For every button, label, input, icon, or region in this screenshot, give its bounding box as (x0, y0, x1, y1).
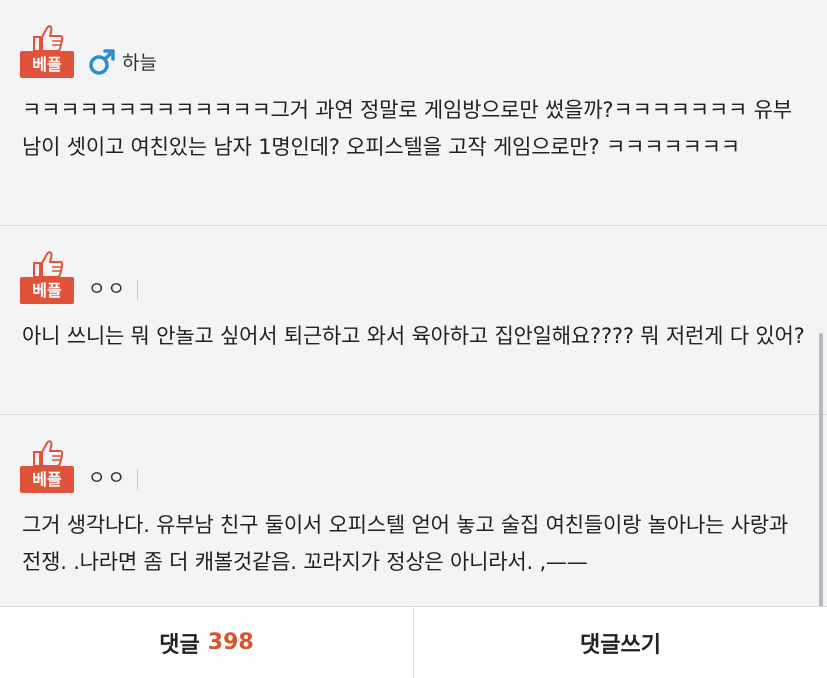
bottom-action-bar: 댓글 398 댓글쓰기 (0, 606, 827, 678)
comment-item: 베플 ㅇㅇ 그거 생각나다. 유부남 친구 둘이서 오피스텔 얻어 놓고 술집 … (0, 415, 827, 606)
comment-text: ㅋㅋㅋㅋㅋㅋㅋㅋㅋㅋㅋㅋㅋ그거 과연 정말로 게임방으로만 썼을까?ㅋㅋㅋㅋㅋㅋ… (22, 98, 792, 159)
comment-author[interactable]: ㅇㅇ (88, 465, 127, 491)
best-comment-badge: 베플 (20, 439, 74, 493)
comment-text: 그거 생각나다. 유부남 친구 둘이서 오피스텔 얻어 놓고 술집 여친들이랑 … (22, 513, 789, 574)
comment-header: 베플 하늘 (20, 24, 157, 78)
comment-text: 아니 쓰니는 뭐 안놀고 싶어서 퇴근하고 와서 육아하고 집안일해요???? … (22, 324, 805, 348)
best-label: 베플 (20, 466, 74, 493)
comment-list-screen: 베플 하늘 ㅋㅋㅋㅋㅋㅋㅋㅋㅋㅋㅋㅋㅋ그거 과연 정말로 게임방으로만 썼을까?… (0, 0, 827, 678)
comment-author[interactable]: ㅇㅇ (88, 276, 127, 302)
write-comment-button[interactable]: 댓글쓰기 (413, 607, 827, 678)
comments-count-button[interactable]: 댓글 398 (0, 607, 413, 678)
thumbs-up-icon (33, 440, 64, 467)
comment-header: 베플 ㅇㅇ (20, 439, 138, 493)
best-comment-badge: 베플 (20, 250, 74, 304)
best-comment-badge: 베플 (20, 24, 74, 78)
header-divider (136, 280, 138, 300)
best-label: 베플 (20, 277, 74, 304)
scrollbar[interactable] (819, 333, 823, 608)
comment-author[interactable]: 하늘 (122, 50, 157, 76)
comments-count: 398 (207, 630, 254, 655)
thumbs-up-icon (33, 251, 64, 278)
comment-item: 베플 ㅇㅇ 아니 쓰니는 뭐 안놀고 싶어서 퇴근하고 와서 육아하고 집안일해… (0, 226, 827, 415)
write-comment-label: 댓글쓰기 (580, 632, 661, 658)
best-label: 베플 (20, 51, 74, 78)
header-divider (136, 469, 138, 489)
comment-item: 베플 하늘 ㅋㅋㅋㅋㅋㅋㅋㅋㅋㅋㅋㅋㅋ그거 과연 정말로 게임방으로만 썼을까?… (0, 0, 827, 226)
male-symbol-icon (89, 49, 115, 75)
comment-header: 베플 ㅇㅇ (20, 250, 138, 304)
thumbs-up-icon (33, 25, 64, 52)
comments-label: 댓글 (159, 632, 200, 658)
